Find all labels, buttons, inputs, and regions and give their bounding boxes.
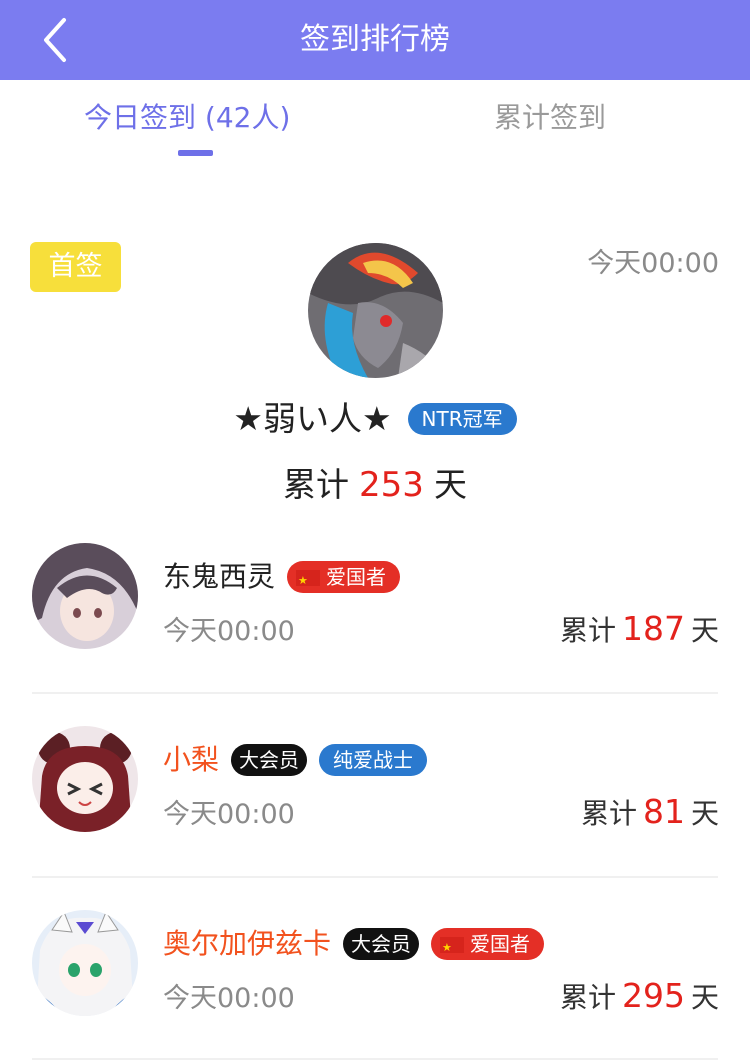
user-name[interactable]: 奥尔加伊兹卡 — [163, 924, 331, 964]
row-name-line: 东鬼西灵 爱国者 — [163, 557, 401, 597]
row-total: 累计 81 天 — [581, 790, 719, 836]
total-suffix: 天 — [690, 797, 719, 830]
nav-header: 签到排行榜 — [0, 0, 750, 80]
avatar-image — [32, 910, 138, 1016]
checkin-time: 今天00:00 — [163, 616, 295, 647]
first-checkin-badge: 首签 — [30, 242, 121, 292]
avatar-image — [308, 243, 443, 378]
total-prefix: 累计 — [559, 614, 616, 647]
total-days: 187 — [621, 609, 685, 648]
divider — [32, 876, 718, 878]
list-item: 小梨 大会员 纯爱战士 今天00:00 累计 81 天 — [0, 726, 750, 908]
avatar-image — [32, 726, 138, 832]
patriot-badge: 爱国者 — [431, 928, 545, 964]
avatar[interactable] — [32, 910, 138, 1016]
total-suffix: 天 — [690, 614, 719, 647]
checkin-time: 今天00:00 — [163, 983, 295, 1014]
checkin-time: 今天00:00 — [163, 799, 295, 830]
total-suffix: 天 — [690, 981, 719, 1014]
badge-label: 爱国者 — [470, 932, 531, 956]
divider — [32, 692, 718, 694]
divider — [32, 1058, 718, 1060]
total-prefix: 累计 — [283, 465, 350, 504]
active-tab-indicator — [178, 150, 213, 156]
total-days: 81 — [642, 792, 685, 831]
tab-bar: 今日签到 (42人) 累计签到 — [0, 80, 750, 170]
total-suffix: 天 — [433, 465, 467, 504]
row-total: 累计 295 天 — [560, 974, 719, 1020]
title-badge: 纯爱战士 — [319, 744, 428, 776]
china-flag-icon — [440, 932, 465, 964]
total-days: 253 — [359, 465, 424, 505]
vip-badge: 大会员 — [343, 928, 420, 960]
tab-today-checkin[interactable]: 今日签到 (42人) — [84, 98, 290, 138]
list-item: 奥尔加伊兹卡 大会员 爱国者 今天00:00 累计295天 — [0, 910, 750, 1062]
user-name[interactable]: 东鬼西灵 — [163, 557, 275, 597]
china-flag-icon — [296, 565, 321, 597]
avatar[interactable] — [32, 543, 138, 649]
tab-total-checkin[interactable]: 累计签到 — [494, 98, 606, 138]
row-total: 累计 187 天 — [560, 607, 719, 653]
row-name-line: 奥尔加伊兹卡 大会员 爱国者 — [163, 924, 545, 964]
row-name-line: 小梨 大会员 纯爱战士 — [163, 740, 428, 780]
patriot-badge: 爱国者 — [287, 561, 401, 597]
total-prefix: 累计 — [559, 981, 616, 1014]
total-days: 295 — [621, 976, 685, 1015]
badge-label: 爱国者 — [326, 565, 387, 589]
vip-badge: 大会员 — [231, 744, 308, 776]
first-user-name[interactable]: ★弱い人★ — [233, 397, 391, 441]
avatar[interactable] — [308, 243, 443, 378]
page-title: 签到排行榜 — [300, 22, 450, 57]
avatar-image — [32, 543, 138, 649]
user-name[interactable]: 小梨 — [163, 740, 219, 780]
total-prefix: 累计 — [580, 797, 637, 830]
first-total: 累计 253 天 — [0, 460, 750, 510]
first-name-row: ★弱い人★ NTR冠军 — [0, 396, 750, 442]
list-item: 东鬼西灵 爱国者 今天00:00 累计187天 — [0, 543, 750, 725]
first-checkin-time: 今天00:00 — [587, 248, 719, 279]
avatar[interactable] — [32, 726, 138, 832]
title-badge: NTR冠军 — [407, 403, 517, 435]
